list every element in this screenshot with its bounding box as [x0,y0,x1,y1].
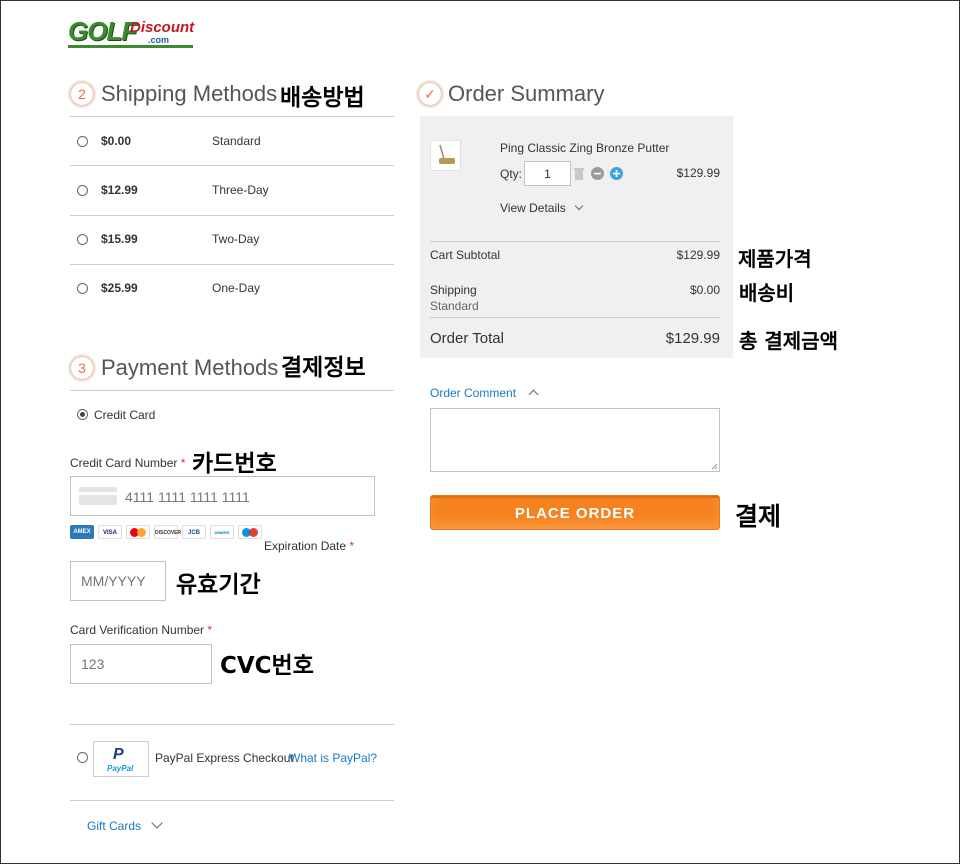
shipping-method-name: One-Day [212,281,261,295]
chevron-down-icon [575,201,584,211]
order-summary-panel: Ping Classic Zing Bronze Putter Qty: $12… [420,116,733,358]
cart-subtotal-value: $129.99 [676,248,720,262]
paypal-logo: P PayPal [93,741,149,777]
maestro-icon [238,525,262,539]
mastercard-icon [126,525,150,539]
paypal-top-divider [70,724,394,725]
cart-subtotal-label: Cart Subtotal [430,248,501,262]
paypal-bottom-divider [70,800,394,801]
shipping-step-number: 2 [70,82,94,106]
summary-divider [430,317,720,318]
subtotal-annotation: 제품가격 [738,247,812,271]
logo-discount-text: Discount [130,19,195,36]
place-order-annotation: 결제 [735,502,782,531]
shipping-method-name: Three-Day [212,183,269,197]
visa-icon: VISA [98,525,122,539]
card-number-field[interactable]: 4111 1111 1111 1111 [70,476,375,516]
logo-golf-text: GOLF [68,16,137,46]
cvv-label: Card Verification Number * [70,623,213,637]
shipping-price: $25.99 [101,281,138,295]
gift-cards-label: Gift Cards [87,819,142,833]
discover-icon: DISCOVER [154,525,181,539]
order-summary-title: Order Summary [448,81,605,106]
shipping-option-two-day[interactable]: $15.99 Two-Day [70,215,394,265]
shipping-radio[interactable] [77,234,88,245]
gift-cards-toggle[interactable]: Gift Cards [87,817,164,835]
place-order-button[interactable]: PLACE ORDER [430,495,720,530]
card-number-label: Credit Card Number * [70,456,186,470]
summary-check-icon: ✓ [418,82,442,106]
paypal-radio[interactable] [77,752,88,763]
paypal-label: PayPal Express Checkout [155,751,294,765]
card-number-placeholder: 4111 1111 1111 1111 [125,489,250,505]
shipping-price: $0.00 [101,134,132,148]
order-comment-textarea[interactable] [430,408,720,472]
expiration-annotation: 유효기간 [176,572,261,598]
chevron-up-icon [529,389,539,400]
minus-icon[interactable] [591,167,604,180]
shipping-methods-title: Shipping Methods [101,81,278,106]
jcb-icon: JCB [182,525,206,539]
payment-annotation: 결제정보 [281,355,366,381]
product-thumbnail[interactable] [430,140,461,171]
cvv-input[interactable] [70,644,212,684]
card-number-annotation: 카드번호 [192,451,277,477]
resize-handle-icon[interactable] [711,463,718,470]
order-total-value: $129.99 [665,330,720,347]
order-total-label: Order Total [430,330,504,347]
total-annotation: 총 결제금액 [739,329,838,353]
item-price: $129.99 [676,166,720,180]
payment-divider [70,390,394,391]
product-name[interactable]: Ping Classic Zing Bronze Putter [500,141,669,155]
shipping-label: Shipping [430,283,477,297]
shipping-cost-annotation: 배송비 [739,281,795,305]
card-placeholder-icon [79,487,117,505]
order-comment-label: Order Comment [430,386,517,400]
paypal-logo-text: PayPal [107,764,134,773]
amex-icon: AMEX [70,525,94,539]
shipping-price: $15.99 [101,232,138,246]
credit-card-radio[interactable] [77,409,88,420]
shipping-radio[interactable] [77,283,88,294]
payment-methods-title: Payment Methods [101,355,279,380]
shipping-radio[interactable] [77,185,88,196]
shipping-annotation: 배송방법 [280,85,365,111]
qty-input[interactable] [524,161,571,186]
cvv-annotation: CVC번호 [220,653,314,679]
what-is-paypal-link[interactable]: What is PayPal? [289,751,377,765]
shipping-radio[interactable] [77,136,88,147]
logo-underline [68,45,193,48]
shipping-price: $12.99 [101,183,138,197]
shipping-method-name: Two-Day [212,232,260,246]
summary-divider [430,241,720,242]
shipping-method-name: Standard [212,134,261,148]
expiration-date-label: Expiration Date * [264,539,355,553]
shipping-option-standard[interactable]: $0.00 Standard [70,116,394,166]
shipping-option-three-day[interactable]: $12.99 Three-Day [70,166,394,216]
plus-icon[interactable] [610,167,623,180]
chevron-down-icon [151,817,164,829]
shipping-method-text: Standard [430,299,479,313]
view-details-label: View Details [500,201,566,215]
trash-icon[interactable] [573,167,585,181]
payment-step-number: 3 [70,356,94,380]
shipping-option-one-day[interactable]: $25.99 One-Day [70,264,394,313]
qty-label: Qty: [500,167,523,181]
expiration-date-input[interactable] [70,561,166,601]
view-details-toggle[interactable]: View Details [500,199,584,217]
site-logo[interactable]: GOLF Discount .com [68,14,198,54]
credit-card-label: Credit Card [94,408,156,422]
logo-com-text: .com [148,35,170,45]
shipping-value: $0.00 [689,283,720,297]
paypal-p-icon: P [113,746,124,763]
order-comment-toggle[interactable]: Order Comment [430,384,539,402]
diners-club-icon: DINERS [210,525,234,539]
